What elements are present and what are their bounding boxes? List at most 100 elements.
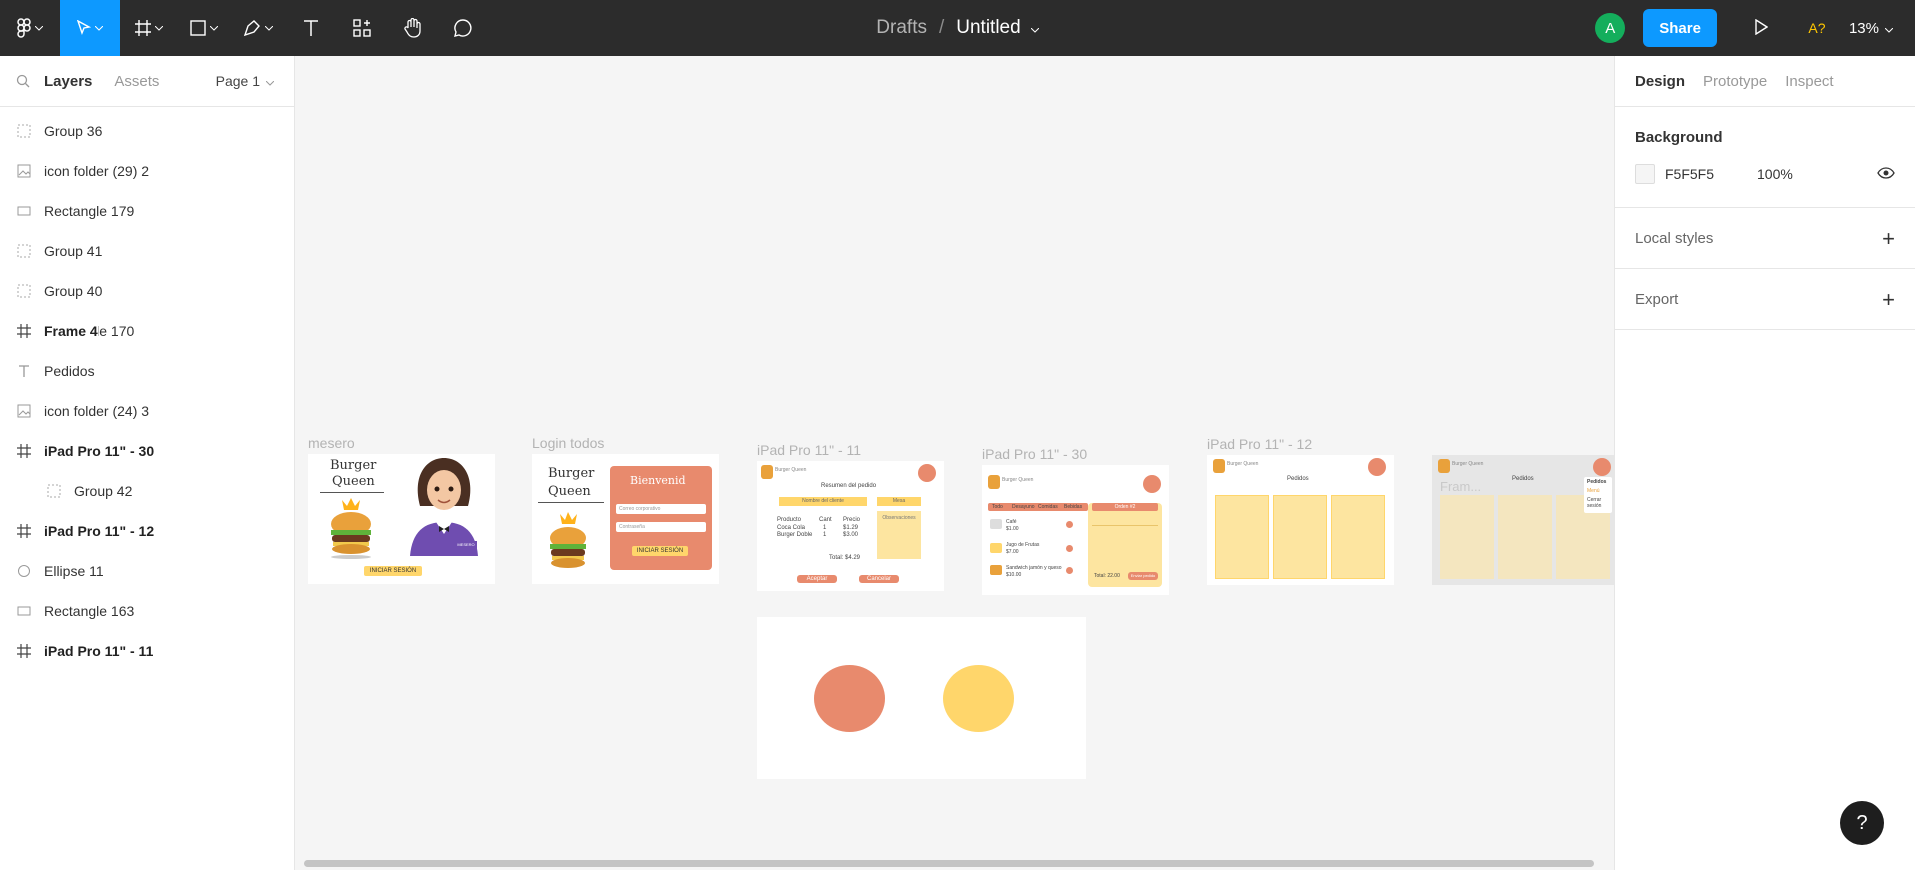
layer-row[interactable]: Ellipse 11: [0, 551, 294, 591]
frame-login-todos[interactable]: Burger Queen Bienvenid Correo corporativ…: [532, 454, 719, 584]
frame-label-ipad-30[interactable]: iPad Pro 11" - 30: [982, 446, 1087, 462]
tab-todo[interactable]: Todo: [992, 504, 1003, 510]
pen-tool-button[interactable]: [230, 0, 286, 56]
zoom-menu[interactable]: 13%: [1848, 19, 1894, 37]
move-tool-button[interactable]: [60, 0, 120, 56]
tab-prototype[interactable]: Prototype: [1703, 73, 1767, 90]
login-button[interactable]: INICIAR SESIÓN: [632, 546, 688, 556]
add-export-icon[interactable]: +: [1882, 289, 1895, 311]
tab-bebidas[interactable]: Bebidas: [1064, 504, 1082, 510]
frame-ipad-12[interactable]: Burger Queen Pedidos: [1207, 455, 1394, 585]
order-card[interactable]: [1331, 495, 1385, 579]
resources-button[interactable]: [336, 0, 388, 56]
login-button[interactable]: INICIAR SESIÓN: [364, 566, 422, 576]
cancel-button[interactable]: Cancelar: [859, 575, 899, 583]
add-style-icon[interactable]: +: [1882, 228, 1895, 250]
drafts-link[interactable]: Drafts: [876, 17, 927, 39]
horizontal-scrollbar[interactable]: [304, 860, 1594, 867]
user-icon[interactable]: [1593, 458, 1611, 476]
layer-row[interactable]: Pedidos: [0, 351, 294, 391]
avatar[interactable]: A: [1595, 13, 1626, 43]
chevron-down-icon[interactable]: [1030, 17, 1040, 39]
frame-tool-button[interactable]: [120, 0, 178, 56]
table-field[interactable]: Mesa: [877, 497, 921, 506]
chevron-down-icon: [265, 25, 273, 31]
tab-layers[interactable]: Layers: [44, 73, 92, 90]
order-card[interactable]: [1215, 495, 1269, 579]
shape-tool-button[interactable]: [178, 0, 230, 56]
tab-design[interactable]: Design: [1635, 73, 1685, 90]
layer-row[interactable]: Group 42: [0, 471, 294, 511]
layer-row[interactable]: icon folder (29) 2: [0, 151, 294, 191]
send-order-button[interactable]: Enviar pedido: [1128, 572, 1158, 580]
text-tool-button[interactable]: [286, 0, 336, 56]
order-card[interactable]: [1498, 495, 1552, 579]
user-icon[interactable]: [918, 464, 936, 482]
layer-row[interactable]: icon folder (24) 3: [0, 391, 294, 431]
layer-row[interactable]: Rectangle 179: [0, 191, 294, 231]
order-total: Total: 22.00: [1094, 573, 1120, 579]
user-icon[interactable]: [1368, 458, 1386, 476]
present-button[interactable]: [1741, 8, 1781, 48]
share-button[interactable]: Share: [1643, 9, 1717, 47]
layer-row[interactable]: Group 40: [0, 271, 294, 311]
rectangle-icon: [190, 20, 206, 36]
frame-label-mesero[interactable]: mesero: [308, 435, 355, 451]
tab-comidas[interactable]: Comidas: [1038, 504, 1058, 510]
email-field[interactable]: Correo corporativo: [616, 504, 706, 514]
frame-4[interactable]: Burger Queen Fram... Pedidos Pedidos Men…: [1432, 455, 1614, 585]
menu-item-pedidos[interactable]: Pedidos: [1587, 479, 1606, 485]
background-color-swatch[interactable]: [1635, 164, 1655, 184]
layer-row[interactable]: iPad Pro 11" - 30: [0, 431, 155, 471]
menu-item-logout[interactable]: Cerrar sesión: [1587, 497, 1609, 509]
search-icon[interactable]: [16, 74, 30, 88]
ellipse-8[interactable]: [814, 665, 885, 732]
tab-assets[interactable]: Assets: [114, 73, 159, 90]
frame-mesero[interactable]: Burger Queen MESERO INICIAR SESIÓN: [308, 454, 495, 584]
layer-row[interactable]: Rectangle 163: [0, 591, 294, 631]
frame-ipad-11[interactable]: Burger Queen Resumen del pedido Nombre d…: [757, 461, 944, 591]
tab-desayuno[interactable]: Desayuno: [1012, 504, 1035, 510]
hand-tool-button[interactable]: [388, 0, 438, 56]
orders-title: Pedidos: [1512, 476, 1534, 482]
add-item-button[interactable]: [1066, 521, 1073, 528]
layer-row[interactable]: iPad Pro 11" - 12: [0, 511, 155, 551]
page-selector[interactable]: Page 1: [216, 73, 275, 89]
ellipse-11[interactable]: [943, 665, 1014, 732]
item-3-name: Sandwich jamón y queso: [1006, 565, 1062, 571]
layer-row[interactable]: iPad Pro 11" - 11: [0, 631, 154, 671]
layer-row[interactable]: Frame 4: [0, 311, 98, 351]
missing-fonts-button[interactable]: A?: [1797, 20, 1837, 36]
tab-inspect[interactable]: Inspect: [1785, 73, 1833, 90]
frame-label-login[interactable]: Login todos: [532, 435, 604, 451]
comment-tool-button[interactable]: [438, 0, 488, 56]
eye-icon[interactable]: [1877, 166, 1895, 182]
notes-field[interactable]: Observaciones: [877, 511, 921, 559]
menu-item-menu[interactable]: Menú: [1587, 488, 1600, 494]
order-card[interactable]: [1273, 495, 1327, 579]
main-menu-button[interactable]: [0, 0, 60, 56]
frame-icon: [135, 20, 151, 36]
zoom-level: 13%: [1848, 19, 1879, 37]
layer-name: iPad Pro 11" - 12: [44, 523, 155, 539]
order-card[interactable]: [1440, 495, 1494, 579]
password-field[interactable]: Contraseña: [616, 522, 706, 532]
frame-ipad-30[interactable]: Burger Queen Todo Desayuno Comidas Bebid…: [982, 465, 1169, 595]
background-opacity[interactable]: 100%: [1757, 166, 1793, 182]
frame-label-ipad-12[interactable]: iPad Pro 11" - 12: [1207, 436, 1312, 452]
file-name[interactable]: Untitled: [956, 17, 1020, 39]
layer-row[interactable]: Group 41: [0, 231, 294, 271]
canvas[interactable]: mesero Burger Queen MESERO INICIAR SESIÓ…: [296, 56, 1614, 870]
layer-name: Rectangle 163: [44, 603, 135, 619]
frame-ellipses[interactable]: [757, 617, 1086, 779]
user-icon[interactable]: [1143, 475, 1161, 493]
frame-label-ipad-11[interactable]: iPad Pro 11" - 11: [757, 442, 861, 458]
accept-button[interactable]: Aceptar: [797, 575, 837, 583]
add-item-button[interactable]: [1066, 567, 1073, 574]
help-button[interactable]: ?: [1840, 801, 1884, 845]
add-item-button[interactable]: [1066, 545, 1073, 552]
client-name-field[interactable]: Nombre del cliente: [779, 497, 867, 506]
background-hex[interactable]: F5F5F5: [1665, 166, 1757, 182]
layer-row[interactable]: Group 36: [0, 111, 294, 151]
text-icon: [303, 19, 319, 37]
